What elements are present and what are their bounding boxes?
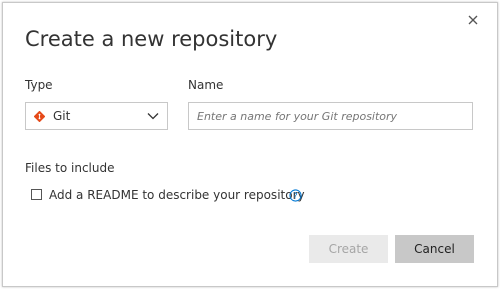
files-to-include-label: Files to include <box>25 161 115 175</box>
type-label: Type <box>25 78 53 92</box>
chevron-down-icon <box>147 113 159 120</box>
create-repository-dialog: Create a new repository Type Name Git Fi… <box>2 2 498 287</box>
cancel-button[interactable]: Cancel <box>395 235 474 263</box>
add-readme-label[interactable]: Add a README to describe your repository <box>49 188 305 202</box>
help-circle-icon[interactable]: ? <box>289 189 302 202</box>
close-icon <box>468 15 478 25</box>
repository-name-input[interactable] <box>188 102 473 130</box>
dialog-title: Create a new repository <box>25 27 278 51</box>
name-label: Name <box>188 78 224 92</box>
add-readme-checkbox[interactable] <box>31 189 42 200</box>
git-icon <box>34 111 45 122</box>
type-selected-value: Git <box>53 109 71 123</box>
svg-text:?: ? <box>293 190 297 200</box>
create-button[interactable]: Create <box>309 235 388 263</box>
type-dropdown[interactable]: Git <box>25 102 168 130</box>
close-button[interactable] <box>463 10 483 30</box>
